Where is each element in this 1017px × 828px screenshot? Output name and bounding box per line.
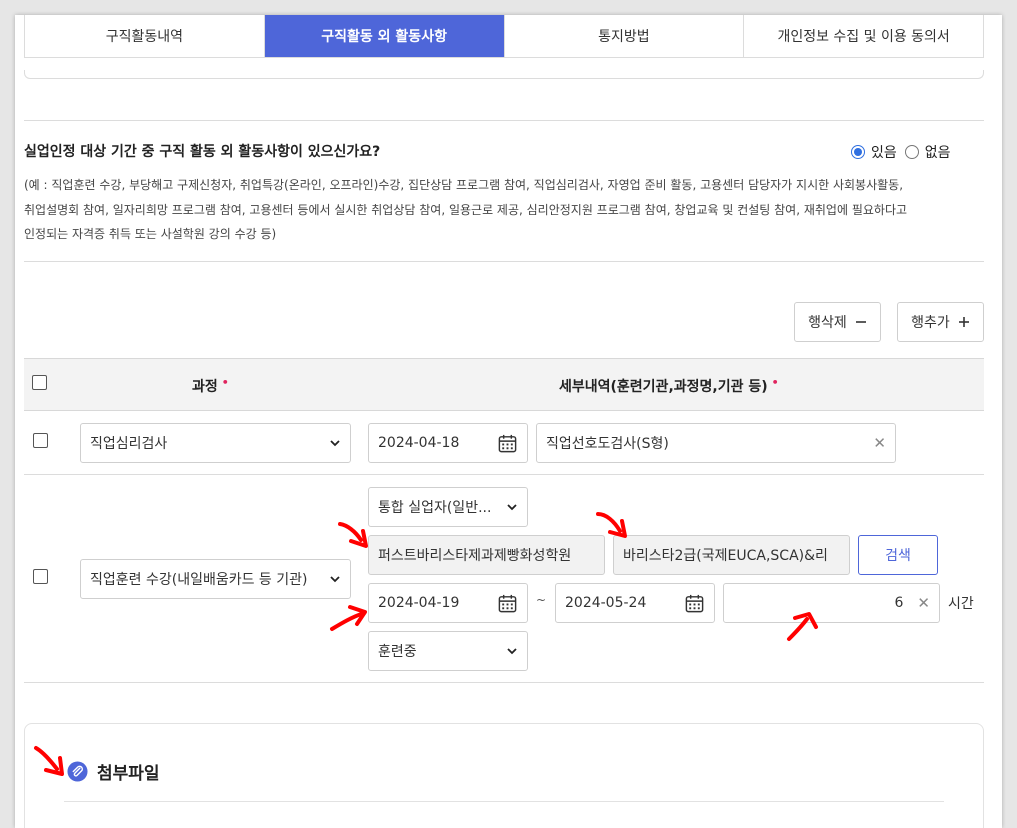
example-note: (예 : 직업훈련 수강, 부당해고 구제신청자, 취업특강(온라인, 오프라인… <box>24 173 989 247</box>
row-divider <box>24 682 984 683</box>
radio-yes[interactable]: 있음 <box>851 142 897 162</box>
add-row-button[interactable]: 행추가 <box>897 302 984 342</box>
clear-icon[interactable]: ✕ <box>917 594 930 612</box>
column-header-course: 과정 • <box>192 376 229 396</box>
delete-row-label: 행삭제 <box>808 315 847 331</box>
note-line: (예 : 직업훈련 수강, 부당해고 구제신청자, 취업특강(온라인, 오프라인… <box>24 178 904 192</box>
row-2-hours-input[interactable]: 6 ✕ <box>723 583 940 623</box>
row-2-start-date-input[interactable]: 2024-04-19 <box>368 583 528 623</box>
tab-privacy-consent[interactable]: 개인정보 수집 및 이용 동의서 <box>744 15 983 57</box>
chevron-down-icon <box>507 648 517 655</box>
annotation-arrow-icon <box>330 605 367 631</box>
calendar-icon[interactable] <box>684 593 705 614</box>
divider <box>24 261 984 262</box>
activity-radio-group: 있음 없음 <box>851 142 959 162</box>
required-mark: • <box>771 376 779 389</box>
row-2-status-select[interactable]: 훈련중 <box>368 631 528 671</box>
activity-question: 실업인정 대상 기간 중 구직 활동 외 활동사항이 있으신가요? <box>24 144 381 160</box>
row-1-detail-input[interactable]: 직업선호도검사(S형) ✕ <box>536 423 896 463</box>
annotation-arrow-icon <box>787 612 818 641</box>
row-1-date-value: 2024-04-18 <box>378 435 460 451</box>
radio-no-indicator[interactable] <box>904 145 919 159</box>
chevron-down-icon <box>330 440 340 447</box>
radio-yes-indicator[interactable] <box>851 145 865 159</box>
row-1-checkbox[interactable] <box>33 433 48 448</box>
tab-non-job-search-activities[interactable]: 구직활동 외 활동사항 <box>264 15 505 57</box>
row-1-detail-value: 직업선호도검사(S형) <box>546 436 669 452</box>
row-2-institution-input[interactable]: 퍼스트바리스타제과제빵화성학원 <box>368 535 605 575</box>
row-2-course-value: 직업훈련 수강(내일배움카드 등 기관) <box>90 572 308 588</box>
paperclip-icon <box>67 761 88 782</box>
calendar-icon[interactable] <box>497 433 518 454</box>
tab-bar: 구직활동내역 구직활동 외 활동사항 통지방법 개인정보 수집 및 이용 동의서 <box>24 15 984 58</box>
row-2-program-value: 바리스타2급(국제EUCA,SCA)&리 <box>623 548 828 564</box>
annotation-arrow-icon <box>34 746 64 776</box>
date-range-separator: ~ <box>536 593 547 607</box>
row-2-end-date-value: 2024-05-24 <box>565 595 647 611</box>
row-2-checkbox[interactable] <box>33 569 48 584</box>
attachment-title: 첨부파일 <box>97 764 160 784</box>
row-2-start-date-value: 2024-04-19 <box>378 595 460 611</box>
radio-no-label: 없음 <box>924 145 951 161</box>
chevron-down-icon <box>330 576 340 583</box>
attachment-divider <box>64 801 944 802</box>
hours-unit-label: 시간 <box>948 596 974 612</box>
row-divider <box>24 474 984 475</box>
note-line: 취업설명회 참여, 일자리희망 프로그램 참여, 고용센터 등에서 실시한 취업… <box>24 202 908 217</box>
delete-row-button[interactable]: 행삭제 <box>794 302 881 342</box>
chevron-down-icon <box>507 504 517 511</box>
table-header: 과정 • 세부내역(훈련기관,과정명,기관 등) • <box>24 358 984 411</box>
tab-notification-method[interactable]: 통지방법 <box>505 15 745 57</box>
row-1-date-input[interactable]: 2024-04-18 <box>368 423 528 463</box>
attachment-section <box>24 723 984 828</box>
annotation-arrow-icon <box>338 522 368 548</box>
note-line: 인정되는 자격증 취득 또는 사설학원 강의 수강 등) <box>24 227 277 241</box>
detail-header-label: 세부내역(훈련기관,과정명,기관 등) <box>559 379 768 395</box>
select-all-checkbox[interactable] <box>32 375 47 390</box>
clear-icon[interactable]: ✕ <box>873 434 886 452</box>
required-mark: • <box>221 376 229 389</box>
column-header-detail: 세부내역(훈련기관,과정명,기관 등) • <box>559 376 779 396</box>
page: 구직활동내역 구직활동 외 활동사항 통지방법 개인정보 수집 및 이용 동의서… <box>15 15 1002 828</box>
radio-no[interactable]: 없음 <box>904 142 951 162</box>
row-1-course-select[interactable]: 직업심리검사 <box>80 423 351 463</box>
plus-icon <box>958 317 969 327</box>
calendar-icon[interactable] <box>497 593 518 614</box>
course-header-label: 과정 <box>192 379 218 395</box>
search-button[interactable]: 검색 <box>858 535 938 575</box>
annotation-arrow-icon <box>596 512 627 538</box>
radio-yes-label: 있음 <box>871 145 897 161</box>
row-2-program-input[interactable]: 바리스타2급(국제EUCA,SCA)&리 <box>613 535 850 575</box>
previous-section-box <box>24 70 984 79</box>
row-1-course-value: 직업심리검사 <box>90 436 168 452</box>
divider <box>24 120 984 121</box>
add-row-label: 행추가 <box>911 315 950 331</box>
minus-icon <box>855 321 866 323</box>
row-2-course-select[interactable]: 직업훈련 수강(내일배움카드 등 기관) <box>80 559 351 599</box>
row-2-status-value: 훈련중 <box>378 644 417 660</box>
row-2-institution-value: 퍼스트바리스타제과제빵화성학원 <box>378 548 572 564</box>
row-2-end-date-input[interactable]: 2024-05-24 <box>555 583 715 623</box>
row-2-type-select[interactable]: 통합 실업자(일반... <box>368 487 528 527</box>
tab-job-search-history[interactable]: 구직활동내역 <box>25 15 265 57</box>
row-2-type-value: 통합 실업자(일반... <box>378 500 492 516</box>
